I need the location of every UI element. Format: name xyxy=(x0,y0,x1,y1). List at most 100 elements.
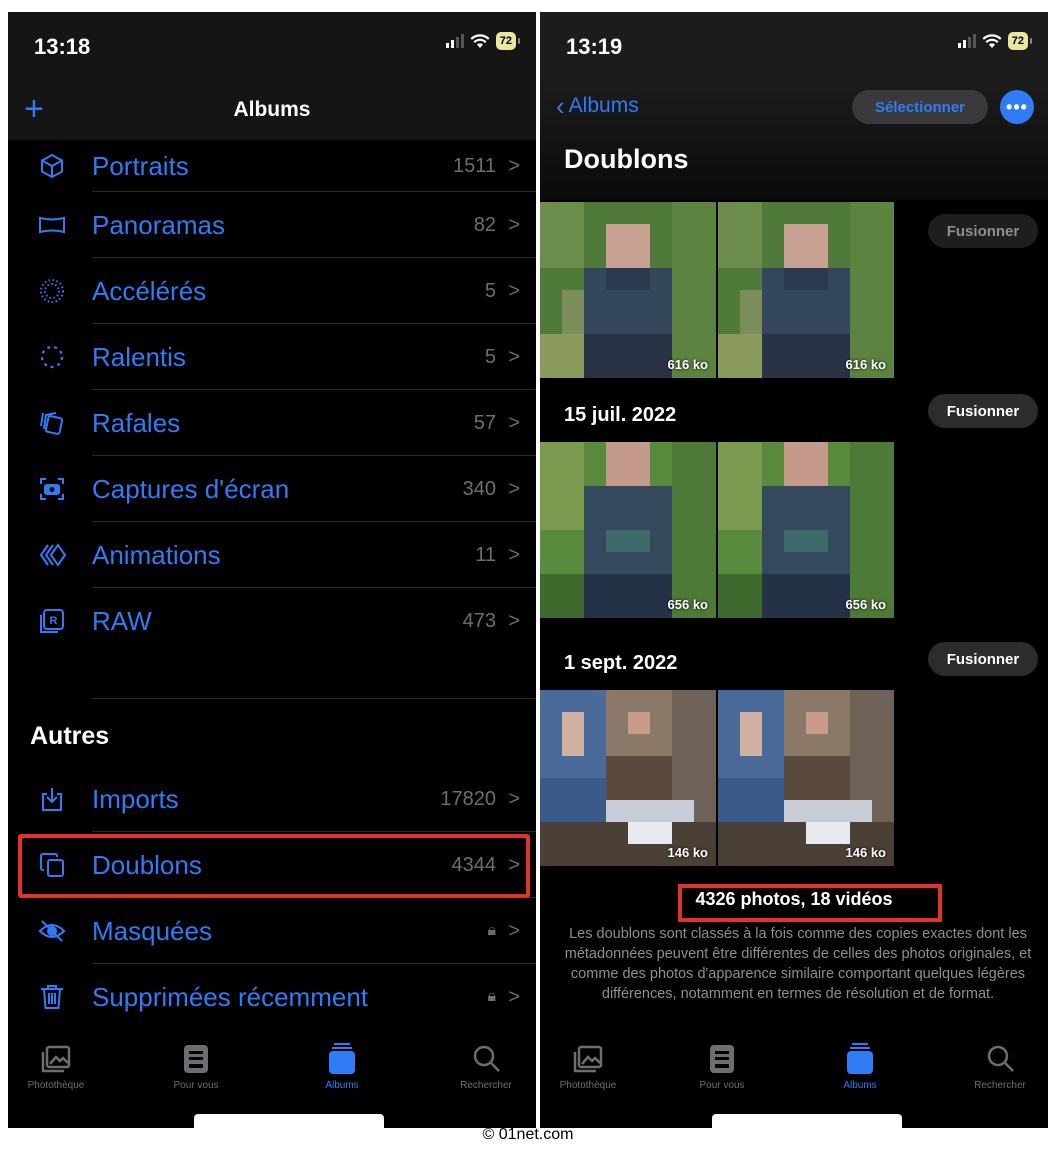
albums-screen: 13:18 72 + Albums Portraits 1511 > Panor… xyxy=(8,12,536,1128)
animation-icon xyxy=(36,539,68,571)
tab-search[interactable]: Rechercher xyxy=(952,1042,1048,1091)
photo-thumbnail[interactable]: 616 ko xyxy=(718,202,894,378)
chevron-right-icon: > xyxy=(508,609,520,632)
chevron-right-icon: > xyxy=(508,919,520,942)
battery-icon: 72 xyxy=(1007,32,1033,50)
photo-library-icon xyxy=(573,1045,603,1073)
tab-albums[interactable]: Albums xyxy=(294,1042,390,1091)
album-row-panoramas[interactable]: Panoramas 82 > xyxy=(8,192,536,258)
search-icon xyxy=(987,1045,1014,1072)
select-button[interactable]: Sélectionner xyxy=(852,90,988,124)
for-you-icon xyxy=(184,1045,208,1073)
album-row-screenshots[interactable]: Captures d'écran 340 > xyxy=(8,456,536,522)
photo-thumbnail[interactable]: 146 ko xyxy=(540,690,716,866)
album-row-animations[interactable]: Animations 11 > xyxy=(8,522,536,588)
album-row-burst[interactable]: Rafales 57 > xyxy=(8,390,536,456)
section-title-others: Autres xyxy=(30,722,110,750)
album-row-slowmo[interactable]: Ralentis 5 > xyxy=(8,324,536,390)
pixelated-person-image xyxy=(540,202,716,378)
battery-icon: 72 xyxy=(495,32,521,50)
albums-icon xyxy=(329,1043,355,1074)
merge-button[interactable]: Fusionner xyxy=(928,394,1038,428)
status-bar: 13:18 72 xyxy=(8,12,536,82)
chevron-right-icon: > xyxy=(508,279,520,302)
photo-thumbnail[interactable]: 656 ko xyxy=(718,442,894,618)
photo-thumbnail[interactable]: 616 ko xyxy=(540,202,716,378)
group-date: 1 sept. 2022 xyxy=(564,652,678,674)
duplicates-description: Les doublons sont classés à la fois comm… xyxy=(564,926,1032,1002)
album-row-raw[interactable]: R RAW 473 > xyxy=(8,588,536,654)
panorama-icon xyxy=(36,209,68,241)
status-time: 13:18 xyxy=(34,34,91,59)
page-title: Doublons xyxy=(564,144,689,174)
status-time: 13:19 xyxy=(566,34,623,59)
duplicates-summary: 4326 photos, 18 vidéos xyxy=(695,889,893,909)
tab-photo-library[interactable]: Photothèque xyxy=(540,1042,636,1091)
import-icon xyxy=(36,783,68,815)
merge-button[interactable]: Fusionner xyxy=(928,214,1038,248)
group-date: 15 juil. 2022 xyxy=(564,404,677,426)
chevron-right-icon: > xyxy=(508,213,520,236)
pixelated-person-image xyxy=(718,202,894,378)
duplicate-group: 146 ko 146 ko xyxy=(540,690,894,866)
chevron-right-icon: > xyxy=(508,154,520,177)
screenshot-icon xyxy=(36,473,68,505)
album-row-hidden[interactable]: Masquées 🔒︎ > xyxy=(8,898,536,964)
chevron-right-icon: > xyxy=(508,543,520,566)
raw-icon: R xyxy=(36,605,68,637)
copyright-credit: © 01net.com xyxy=(482,1126,574,1143)
status-bar: 13:19 72 xyxy=(540,12,1048,82)
slowmo-icon xyxy=(36,341,68,373)
chevron-right-icon: > xyxy=(508,985,520,1008)
photo-library-icon xyxy=(41,1045,71,1073)
pixelated-person-image xyxy=(540,690,716,866)
tab-albums[interactable]: Albums xyxy=(812,1042,908,1091)
album-row-recently-deleted[interactable]: Supprimées récemment 🔒︎ > xyxy=(8,964,536,1030)
pixelated-person-image xyxy=(540,442,716,618)
burst-icon xyxy=(36,407,68,439)
tab-bar: Photothèque Pour vous Albums Rechercher xyxy=(540,1034,1048,1108)
album-row-portraits[interactable]: Portraits 1511 > xyxy=(8,140,536,192)
pixelated-person-image xyxy=(718,690,894,866)
chevron-right-icon: > xyxy=(508,345,520,368)
search-icon xyxy=(473,1045,500,1072)
tab-for-you[interactable]: Pour vous xyxy=(148,1042,244,1091)
duplicate-group: 616 ko 616 ko xyxy=(540,202,894,378)
trash-icon xyxy=(36,981,68,1013)
photo-thumbnail[interactable]: 656 ko xyxy=(540,442,716,618)
album-list: Portraits 1511 > Panoramas 82 > Accéléré… xyxy=(8,140,536,654)
chevron-left-icon: ‹ xyxy=(556,91,565,121)
pixelated-person-image xyxy=(718,442,894,618)
tab-bar: Photothèque Pour vous Albums Rechercher xyxy=(8,1034,536,1108)
for-you-icon xyxy=(710,1045,734,1073)
tab-photo-library[interactable]: Photothèque xyxy=(8,1042,104,1091)
others-list: Imports 17820 > Doublons 4344 > Masquées… xyxy=(8,766,536,1030)
duplicate-group: 656 ko 656 ko xyxy=(540,442,894,618)
merge-button[interactable]: Fusionner xyxy=(928,642,1038,676)
timelapse-icon xyxy=(36,275,68,307)
doublons-highlight xyxy=(18,834,530,898)
album-row-timelapse[interactable]: Accélérés 5 > xyxy=(8,258,536,324)
page-title: Albums xyxy=(233,98,311,121)
chevron-right-icon: > xyxy=(508,477,520,500)
albums-icon xyxy=(847,1043,873,1074)
chevron-right-icon: > xyxy=(508,411,520,434)
hidden-icon xyxy=(36,915,68,947)
wifi-icon xyxy=(982,33,1002,49)
duplicates-screen: 13:19 72 ‹ Albums Sélectionner ••• Doubl… xyxy=(540,12,1048,1128)
tab-search[interactable]: Rechercher xyxy=(438,1042,534,1091)
album-row-imports[interactable]: Imports 17820 > xyxy=(8,766,536,832)
signal-icon xyxy=(957,34,976,48)
tab-for-you[interactable]: Pour vous xyxy=(674,1042,770,1091)
back-button[interactable]: ‹ Albums xyxy=(556,91,639,121)
nav-bar: + Albums xyxy=(8,82,536,140)
chevron-right-icon: > xyxy=(508,787,520,810)
wifi-icon xyxy=(470,33,490,49)
cube-icon xyxy=(36,150,68,182)
lock-icon: 🔒︎ xyxy=(487,922,496,939)
lock-icon: 🔒︎ xyxy=(487,988,496,1005)
more-button[interactable]: ••• xyxy=(1000,90,1034,124)
svg-text:R: R xyxy=(50,615,58,627)
photo-thumbnail[interactable]: 146 ko xyxy=(718,690,894,866)
signal-icon xyxy=(445,34,464,48)
